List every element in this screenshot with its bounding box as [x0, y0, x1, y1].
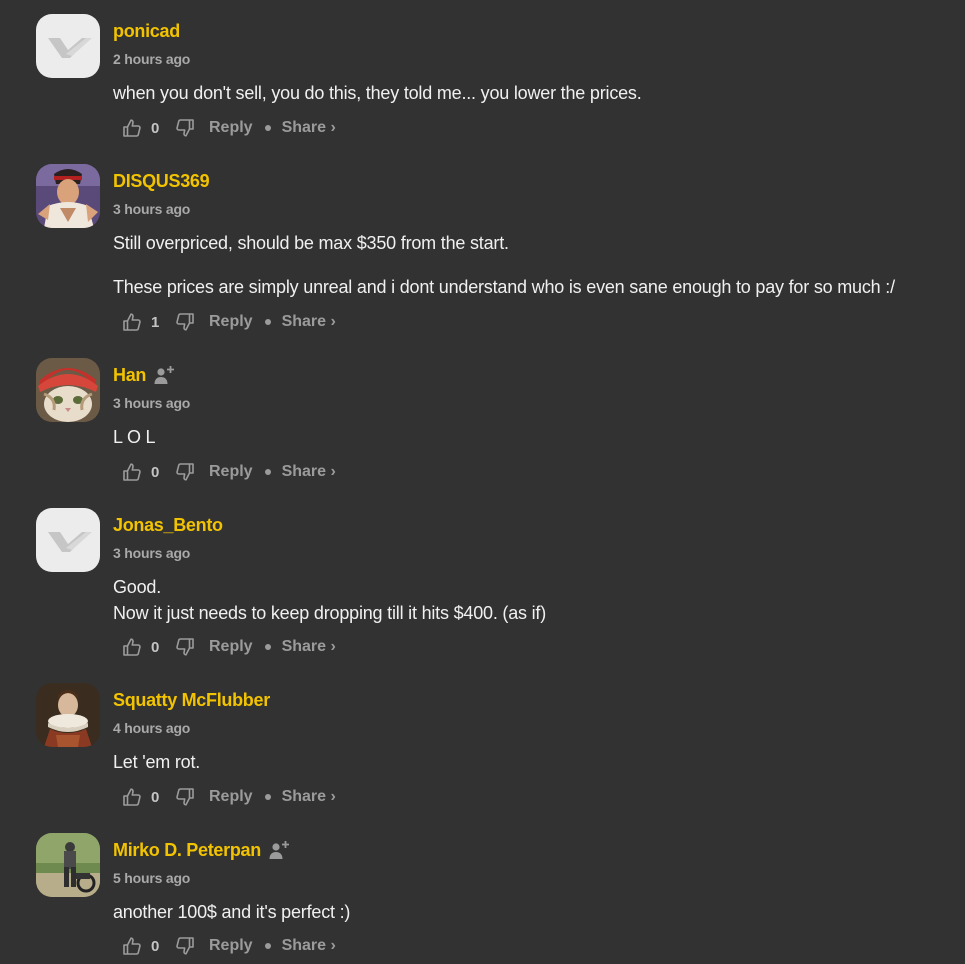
author-row: ponicad [113, 20, 180, 42]
share-button[interactable]: Share › [282, 313, 336, 331]
thumbs-up-icon[interactable] [122, 118, 142, 138]
author-name[interactable]: ponicad [113, 21, 180, 42]
comment-paragraph: Good. Now it just needs to keep dropping… [113, 577, 547, 623]
timestamp[interactable]: 3 hours ago [113, 395, 190, 411]
author-row: Jonas_Bento [113, 514, 223, 536]
comment-body: Still overpriced, should be max $350 fro… [113, 230, 953, 300]
author-row: Squatty McFlubber [113, 689, 270, 711]
timestamp[interactable]: 5 hours ago [113, 870, 190, 886]
cat-with-bandana-avatar-icon [36, 358, 100, 422]
default-logo-avatar-icon [36, 14, 100, 78]
comment-body: when you don't sell, you do this, they t… [113, 80, 953, 106]
comment-paragraph: These prices are simply unreal and i don… [113, 277, 895, 297]
thumbs-down-icon[interactable] [175, 787, 195, 807]
upvote-count: 0 [151, 638, 160, 656]
reply-button[interactable]: Reply [209, 788, 253, 806]
avatar[interactable] [36, 683, 100, 747]
avatar[interactable] [36, 164, 100, 228]
comment-body: Good. Now it just needs to keep dropping… [113, 574, 953, 626]
comment-body: Let 'em rot. [113, 749, 953, 775]
timestamp[interactable]: 3 hours ago [113, 545, 190, 561]
share-button[interactable]: Share › [282, 638, 336, 656]
author-name[interactable]: DISQUS369 [113, 171, 210, 192]
reply-button[interactable]: Reply [209, 463, 253, 481]
follow-user-icon[interactable] [154, 365, 176, 385]
author-name[interactable]: Jonas_Bento [113, 515, 223, 536]
share-button[interactable]: Share › [282, 119, 336, 137]
fighter-avatar-icon [36, 164, 100, 228]
thumbs-up-icon[interactable] [122, 312, 142, 332]
comment-actions: 1 Reply Share › [122, 310, 336, 334]
share-button[interactable]: Share › [282, 788, 336, 806]
comment-actions: 0 Reply Share › [122, 460, 336, 484]
avatar[interactable] [36, 508, 100, 572]
motorbike-photo-avatar-icon [36, 833, 100, 897]
thumbs-down-icon[interactable] [175, 637, 195, 657]
reply-button[interactable]: Reply [209, 313, 253, 331]
portrait-painting-avatar-icon [36, 683, 100, 747]
comment-actions: 0 Reply Share › [122, 635, 336, 659]
thumbs-down-icon[interactable] [175, 118, 195, 138]
thumbs-up-icon[interactable] [122, 787, 142, 807]
comment-body: L O L [113, 424, 953, 450]
upvote-count: 0 [151, 937, 160, 955]
upvote-count: 0 [151, 119, 160, 137]
thumbs-down-icon[interactable] [175, 462, 195, 482]
upvote-count: 0 [151, 463, 160, 481]
comment-actions: 0 Reply Share › [122, 116, 336, 140]
avatar[interactable] [36, 358, 100, 422]
comment-body: another 100$ and it's perfect :) [113, 899, 953, 925]
thumbs-up-icon[interactable] [122, 462, 142, 482]
reply-button[interactable]: Reply [209, 638, 253, 656]
upvote-count: 0 [151, 788, 160, 806]
dot-separator [264, 794, 271, 800]
comment-paragraph: Let 'em rot. [113, 752, 201, 772]
author-name[interactable]: Mirko D. Peterpan [113, 840, 261, 861]
follow-user-icon[interactable] [269, 840, 291, 860]
dot-separator [264, 125, 271, 131]
dot-separator [264, 319, 271, 325]
avatar[interactable] [36, 14, 100, 78]
author-name[interactable]: Han [113, 365, 146, 386]
author-name[interactable]: Squatty McFlubber [113, 690, 270, 711]
comment-actions: 0 Reply Share › [122, 934, 336, 958]
thumbs-up-icon[interactable] [122, 936, 142, 956]
author-row: Mirko D. Peterpan [113, 839, 291, 861]
share-button[interactable]: Share › [282, 463, 336, 481]
thumbs-down-icon[interactable] [175, 936, 195, 956]
dot-separator [264, 644, 271, 650]
comment-actions: 0 Reply Share › [122, 785, 336, 809]
comment-paragraph: when you don't sell, you do this, they t… [113, 83, 642, 103]
comment-paragraph: L O L [113, 427, 156, 447]
author-row: Han [113, 364, 176, 386]
upvote-count: 1 [151, 313, 160, 331]
comment-paragraph: Still overpriced, should be max $350 fro… [113, 233, 509, 253]
avatar[interactable] [36, 833, 100, 897]
share-button[interactable]: Share › [282, 937, 336, 955]
author-row: DISQUS369 [113, 170, 210, 192]
reply-button[interactable]: Reply [209, 119, 253, 137]
timestamp[interactable]: 2 hours ago [113, 51, 190, 67]
default-logo-avatar-icon [36, 508, 100, 572]
reply-button[interactable]: Reply [209, 937, 253, 955]
timestamp[interactable]: 3 hours ago [113, 201, 190, 217]
dot-separator [264, 469, 271, 475]
thumbs-down-icon[interactable] [175, 312, 195, 332]
thumbs-up-icon[interactable] [122, 637, 142, 657]
dot-separator [264, 943, 271, 949]
timestamp[interactable]: 4 hours ago [113, 720, 190, 736]
comment-paragraph: another 100$ and it's perfect :) [113, 902, 351, 922]
